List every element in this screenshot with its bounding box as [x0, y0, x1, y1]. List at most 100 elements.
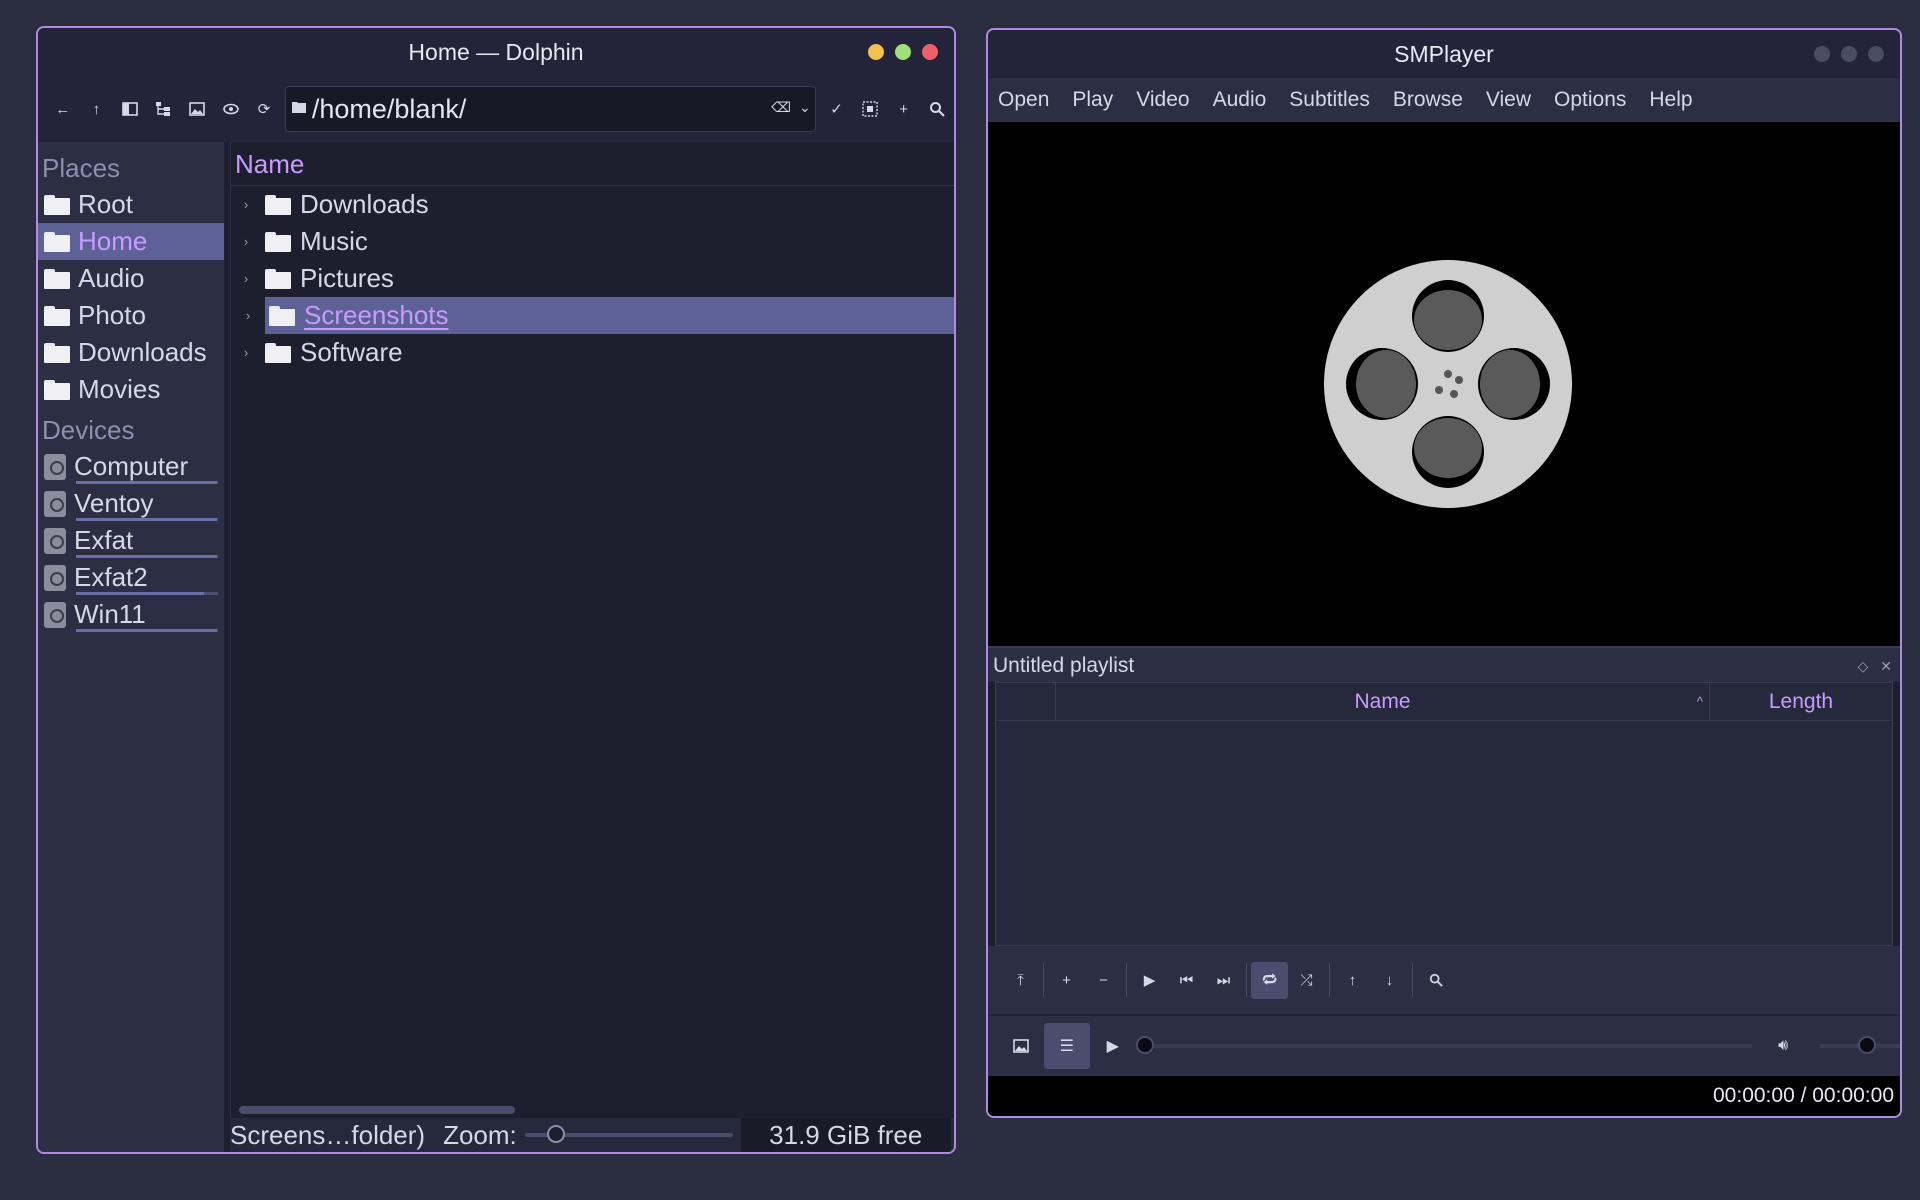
- play-icon[interactable]: ▶: [1090, 1023, 1136, 1069]
- folder-icon: [44, 231, 70, 252]
- minimize-button[interactable]: [1814, 46, 1830, 62]
- repeat-icon[interactable]: 🔁︎: [1251, 961, 1288, 999]
- move-down-arrow-icon[interactable]: ↓: [1371, 962, 1408, 999]
- free-space-indicator[interactable]: 31.9 GiB free: [740, 1118, 951, 1152]
- file-row-pictures[interactable]: › Pictures: [231, 260, 954, 297]
- column-header-name[interactable]: Name: [231, 142, 954, 186]
- places-item-label: Downloads: [78, 337, 207, 367]
- expand-chevron-icon[interactable]: ›: [231, 308, 265, 323]
- reload-icon[interactable]: ⟳: [247, 92, 281, 126]
- tree-view-icon[interactable]: [147, 92, 181, 126]
- device-usage-bar: [76, 592, 218, 595]
- location-path[interactable]: /home/blank/: [312, 94, 467, 125]
- expand-chevron-icon[interactable]: ›: [231, 345, 261, 360]
- playlist-panel-title: Untitled playlist ◇ ✕: [988, 646, 1900, 682]
- close-panel-icon[interactable]: ✕: [1880, 648, 1892, 684]
- smplayer-window-title: SMPlayer: [1394, 40, 1494, 67]
- close-button[interactable]: [1868, 46, 1884, 62]
- up-icon[interactable]: ↑: [80, 92, 114, 126]
- menu-view[interactable]: View: [1486, 88, 1531, 112]
- search-icon[interactable]: [920, 92, 954, 126]
- zoom-slider[interactable]: [524, 1125, 733, 1143]
- file-name: Pictures: [300, 263, 394, 293]
- maximize-button[interactable]: [895, 44, 911, 60]
- clear-location-icon[interactable]: ⌫: [771, 99, 791, 116]
- hidden-files-eye-icon[interactable]: [214, 92, 248, 126]
- playlist-table[interactable]: Name ^ Length: [995, 682, 1893, 946]
- select-all-icon[interactable]: [853, 92, 887, 126]
- previous-track-icon[interactable]: ⏮: [1168, 962, 1205, 999]
- device-item-ventoy[interactable]: Ventoy: [38, 485, 224, 522]
- places-item-root[interactable]: Root: [38, 186, 224, 223]
- smplayer-titlebar[interactable]: SMPlayer: [988, 30, 1900, 78]
- dolphin-titlebar[interactable]: Home — Dolphin: [38, 28, 954, 76]
- device-item-win11[interactable]: Win11: [38, 596, 224, 633]
- menu-browse[interactable]: Browse: [1393, 88, 1463, 112]
- expand-chevron-icon[interactable]: ›: [231, 197, 261, 212]
- places-item-movies[interactable]: Movies: [38, 371, 224, 408]
- remove-item-minus-icon[interactable]: −: [1085, 962, 1122, 999]
- playlist-column-name[interactable]: Name ^: [1056, 683, 1710, 720]
- horizontal-scrollbar[interactable]: [239, 1106, 515, 1114]
- device-usage-bar: [76, 555, 218, 558]
- file-row-downloads[interactable]: › Downloads: [231, 186, 954, 223]
- device-item-exfat2[interactable]: Exfat2: [38, 559, 224, 596]
- add-item-plus-icon[interactable]: +: [1048, 962, 1085, 999]
- load-upload-icon[interactable]: ⤒: [1002, 962, 1039, 999]
- menu-options[interactable]: Options: [1554, 88, 1626, 112]
- new-tab-plus-icon[interactable]: +: [887, 92, 921, 126]
- menu-video[interactable]: Video: [1136, 88, 1189, 112]
- places-item-label: Home: [78, 226, 148, 256]
- playlist-column-index[interactable]: [996, 683, 1056, 720]
- maximize-button[interactable]: [1841, 46, 1857, 62]
- device-item-computer[interactable]: Computer: [38, 448, 224, 485]
- shuffle-icon[interactable]: ⤮: [1288, 962, 1325, 999]
- file-row-software[interactable]: › Software: [231, 334, 954, 371]
- places-item-photo[interactable]: Photo: [38, 297, 224, 334]
- screenshot-image-icon[interactable]: [998, 1023, 1044, 1069]
- places-item-audio[interactable]: Audio: [38, 260, 224, 297]
- menu-help[interactable]: Help: [1649, 88, 1692, 112]
- expand-chevron-icon[interactable]: ›: [231, 234, 261, 249]
- close-button[interactable]: [922, 44, 938, 60]
- player-control-bar: ☰ ▶ 🔊︎: [988, 1014, 1900, 1076]
- seek-bar[interactable]: [1135, 1036, 1753, 1054]
- checkmark-icon[interactable]: ✓: [820, 92, 854, 126]
- search-icon[interactable]: [1417, 962, 1454, 999]
- device-item-label: Ventoy: [74, 488, 154, 518]
- menu-bar: Open Play Video Audio Subtitles Browse View Opt…: [988, 78, 1900, 122]
- float-panel-icon[interactable]: ◇: [1857, 648, 1868, 684]
- move-up-arrow-icon[interactable]: ↑: [1334, 962, 1371, 999]
- playlist-title: Untitled playlist: [993, 654, 1135, 677]
- playlist-column-length[interactable]: Length: [1710, 683, 1892, 720]
- places-item-downloads[interactable]: Downloads: [38, 334, 224, 371]
- playlist-toggle-icon[interactable]: ☰: [1043, 1023, 1090, 1069]
- preview-image-icon[interactable]: [180, 92, 214, 126]
- volume-handle[interactable]: [1858, 1036, 1877, 1054]
- folder-icon: [44, 342, 70, 363]
- drive-icon: [44, 453, 66, 480]
- next-track-icon[interactable]: ⏭: [1205, 962, 1242, 999]
- menu-subtitles[interactable]: Subtitles: [1289, 88, 1370, 112]
- zoom-slider-handle[interactable]: [546, 1125, 565, 1143]
- menu-open[interactable]: Open: [998, 88, 1049, 112]
- places-item-home[interactable]: Home: [38, 223, 224, 260]
- chevron-down-icon[interactable]: ⌄: [799, 99, 811, 116]
- back-icon[interactable]: ←: [46, 92, 80, 126]
- seek-handle[interactable]: [1135, 1036, 1154, 1054]
- play-icon[interactable]: ▶: [1131, 962, 1168, 999]
- split-view-icon[interactable]: [113, 92, 147, 126]
- column-name-label: Name: [1354, 690, 1411, 713]
- minimize-button[interactable]: [868, 44, 884, 60]
- file-row-screenshots[interactable]: › Screenshots: [231, 297, 954, 334]
- menu-audio[interactable]: Audio: [1213, 88, 1267, 112]
- menu-play[interactable]: Play: [1072, 88, 1113, 112]
- volume-slider[interactable]: [1820, 1036, 1900, 1054]
- file-row-music[interactable]: › Music: [231, 223, 954, 260]
- volume-speaker-icon[interactable]: 🔊︎: [1760, 1023, 1806, 1069]
- location-bar[interactable]: /home/blank/ ⌫ ⌄: [284, 86, 816, 132]
- device-item-exfat[interactable]: Exfat: [38, 522, 224, 559]
- smplayer-window: SMPlayer Open Play Video Audio Subtitles Brow…: [986, 28, 1902, 1118]
- video-area[interactable]: [988, 122, 1900, 646]
- expand-chevron-icon[interactable]: ›: [231, 271, 261, 286]
